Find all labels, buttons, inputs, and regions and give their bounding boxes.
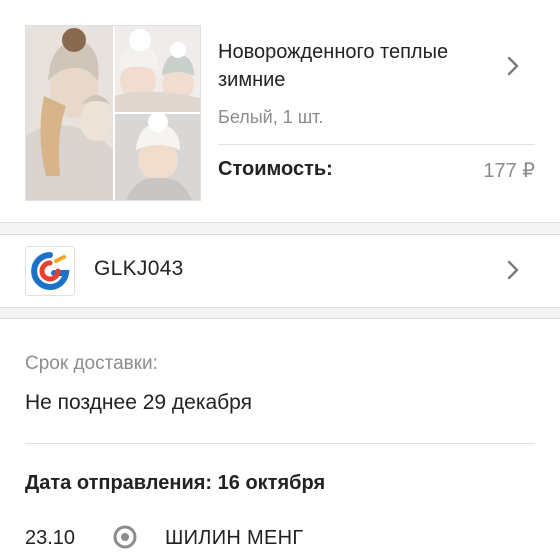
store-row[interactable]: GLKJ043	[0, 234, 560, 308]
delivery-deadline-value: Не позднее 29 декабря	[25, 391, 253, 414]
store-logo-icon	[25, 246, 75, 296]
ship-date: Дата отправления: 16 октября	[25, 472, 326, 494]
store-name[interactable]: GLKJ043	[94, 257, 184, 281]
divider	[25, 443, 535, 444]
product-card[interactable]: Новорожденного теплые зимние Белый, 1 шт…	[0, 0, 560, 223]
chevron-right-icon[interactable]	[502, 259, 524, 281]
cost-value: 177 ₽	[483, 160, 535, 182]
cost-label: Стоимость:	[218, 158, 333, 180]
chevron-right-icon[interactable]	[502, 55, 524, 77]
tracking-event-text: ШИЛИН МЕНГ	[165, 527, 304, 549]
timeline-dot-icon	[113, 525, 137, 549]
divider	[218, 144, 535, 145]
product-variant: Белый, 1 шт.	[218, 107, 324, 127]
product-image	[25, 25, 201, 201]
delivery-deadline-label: Срок доставки:	[25, 353, 158, 374]
tracking-event-date: 23.10	[25, 527, 76, 549]
delivery-section: Срок доставки: Не позднее 29 декабря Дат…	[0, 318, 560, 560]
product-title[interactable]: Новорожденного теплые зимние	[218, 38, 458, 94]
